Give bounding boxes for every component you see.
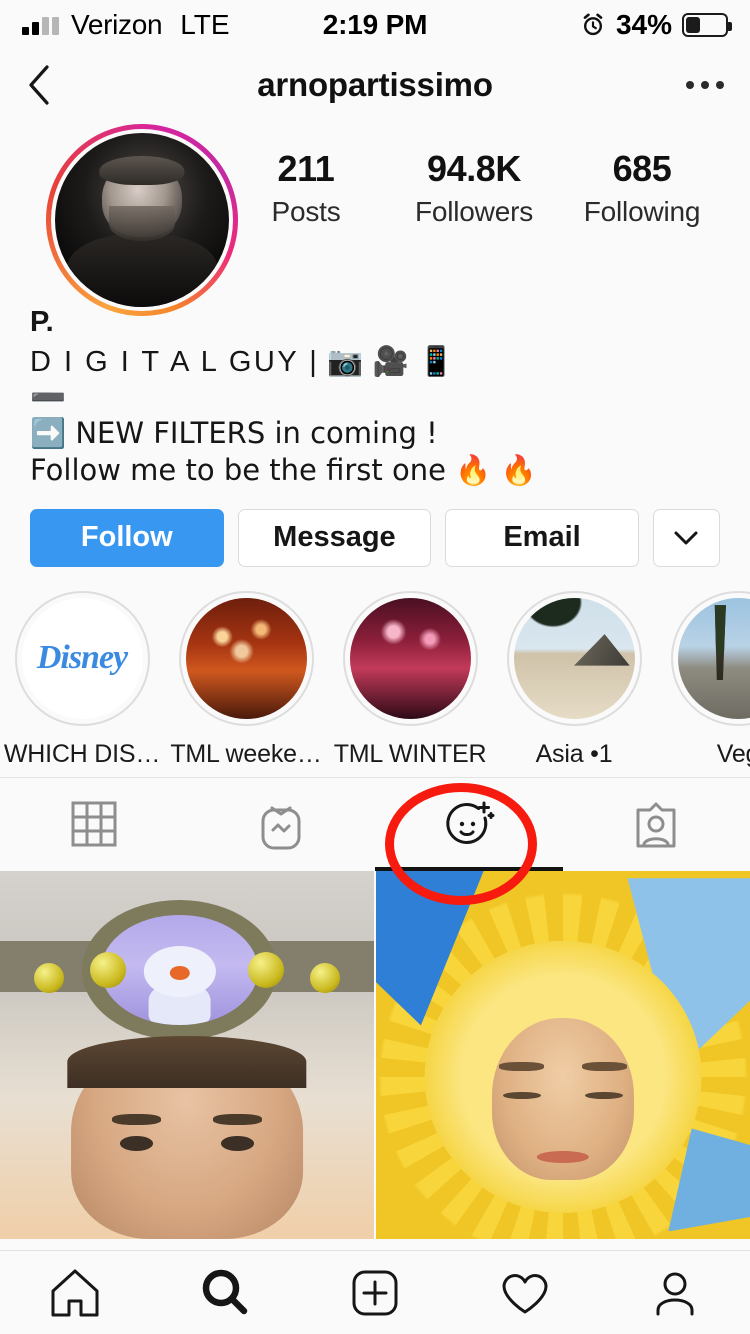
story-highlights: Disney WHICH DIS… TML weeke… TML WINTER … bbox=[0, 567, 750, 777]
highlight-cover bbox=[677, 597, 750, 719]
highlight-label: Asia •1 bbox=[535, 739, 613, 768]
bio-line-2: ➡️ NEW FILTERS in coming ! bbox=[30, 415, 438, 450]
activity-heart-icon bbox=[502, 1273, 548, 1313]
bottom-nav-bar bbox=[0, 1250, 750, 1334]
highlight-item[interactable]: Veg bbox=[656, 590, 750, 769]
grid-icon bbox=[71, 801, 117, 847]
profile-bio: P. D I G I T A L GUY | 📷 🎥 📱 ➖ ➡️ NEW FI… bbox=[0, 292, 750, 489]
highlight-cover bbox=[349, 597, 471, 719]
profile-actions: Follow Message Email bbox=[0, 489, 750, 567]
nav-profile[interactable] bbox=[600, 1265, 750, 1321]
bio-line-1-text: D I G I T A L GUY | bbox=[30, 346, 320, 379]
following-count: 685 bbox=[612, 148, 672, 189]
profile-tabs bbox=[0, 776, 750, 871]
followers-label: Followers bbox=[414, 196, 533, 227]
more-options-icon[interactable] bbox=[686, 81, 724, 89]
tab-tagged[interactable] bbox=[563, 778, 750, 871]
bio-divider: ➖ bbox=[30, 380, 67, 415]
highlight-ring bbox=[178, 590, 314, 726]
tab-effects[interactable] bbox=[375, 778, 563, 871]
avatar[interactable] bbox=[24, 124, 238, 316]
bio-line-1: D I G I T A L GUY | 📷 🎥 📱 bbox=[30, 343, 720, 381]
nav-activity[interactable] bbox=[450, 1265, 600, 1321]
clock-label: 2:19 PM bbox=[322, 9, 428, 40]
disney-logo-text: Disney bbox=[36, 639, 128, 677]
nav-add-post[interactable] bbox=[300, 1265, 450, 1321]
highlight-ring bbox=[670, 590, 750, 726]
following-label: Following bbox=[583, 196, 701, 227]
highlight-cover bbox=[185, 597, 307, 719]
nav-search[interactable] bbox=[150, 1265, 300, 1321]
stat-following[interactable]: 685 Following bbox=[582, 148, 702, 228]
grid-post-frozen-olaf-filter[interactable] bbox=[0, 870, 374, 1239]
posts-label: Posts bbox=[271, 196, 341, 227]
nav-home[interactable] bbox=[0, 1265, 150, 1321]
bio-line-1-emojis: 📷 🎥 📱 bbox=[327, 344, 455, 379]
highlight-ring: Disney bbox=[14, 590, 150, 726]
stat-posts[interactable]: 211 Posts bbox=[246, 148, 366, 228]
tab-grid[interactable] bbox=[0, 778, 188, 871]
grid-post-sunshine-filter[interactable] bbox=[376, 870, 750, 1239]
effects-face-icon bbox=[446, 801, 495, 845]
tagged-person-icon bbox=[636, 802, 676, 848]
stat-followers[interactable]: 94.8K Followers bbox=[414, 148, 534, 228]
posts-grid bbox=[0, 870, 750, 1239]
search-icon bbox=[202, 1269, 248, 1314]
story-ring bbox=[46, 124, 238, 316]
posts-count: 211 bbox=[277, 148, 335, 189]
instagram-profile-screen: Verizon LTE 2:19 PM 34% arnopartissimo 2… bbox=[0, 0, 750, 1334]
avatar-photo bbox=[55, 133, 229, 307]
tab-igtv[interactable] bbox=[188, 778, 376, 871]
followers-count: 94.8K bbox=[426, 148, 522, 189]
highlight-label: WHICH DIS… bbox=[3, 739, 161, 768]
highlight-label: TML WINTER bbox=[333, 739, 487, 768]
profile-person-icon bbox=[656, 1272, 694, 1315]
bio-line-3: Follow me to be the first one 🔥 🔥 bbox=[30, 452, 537, 487]
highlight-item[interactable]: Disney WHICH DIS… bbox=[0, 590, 164, 769]
email-button[interactable]: Email bbox=[445, 508, 639, 567]
page-title: arnopartissimo bbox=[257, 66, 493, 103]
more-actions-dropdown-button[interactable] bbox=[652, 508, 721, 567]
status-bar: Verizon LTE 2:19 PM 34% bbox=[0, 0, 750, 50]
chevron-down-icon bbox=[674, 531, 698, 545]
igtv-icon bbox=[261, 806, 301, 850]
highlight-item[interactable]: Asia •1 bbox=[492, 590, 656, 769]
highlight-item[interactable]: TML weeke… bbox=[164, 590, 328, 769]
highlight-cover: Disney bbox=[21, 597, 143, 719]
message-button[interactable]: Message bbox=[237, 508, 432, 567]
battery-icon bbox=[682, 13, 732, 37]
profile-stats: 211 Posts 94.8K Followers 685 Following bbox=[222, 124, 726, 228]
profile-header: 211 Posts 94.8K Followers 685 Following bbox=[0, 120, 750, 316]
highlight-cover bbox=[513, 597, 635, 719]
highlight-item[interactable]: TML WINTER bbox=[328, 590, 492, 769]
highlight-ring bbox=[506, 590, 642, 726]
home-icon bbox=[51, 1269, 99, 1316]
highlight-label: TML weeke… bbox=[170, 739, 322, 768]
add-post-icon bbox=[352, 1270, 398, 1315]
highlight-label: Veg bbox=[716, 739, 750, 768]
highlight-ring bbox=[342, 590, 478, 726]
follow-button[interactable]: Follow bbox=[30, 508, 224, 567]
nav-bar: arnopartissimo bbox=[0, 50, 750, 120]
